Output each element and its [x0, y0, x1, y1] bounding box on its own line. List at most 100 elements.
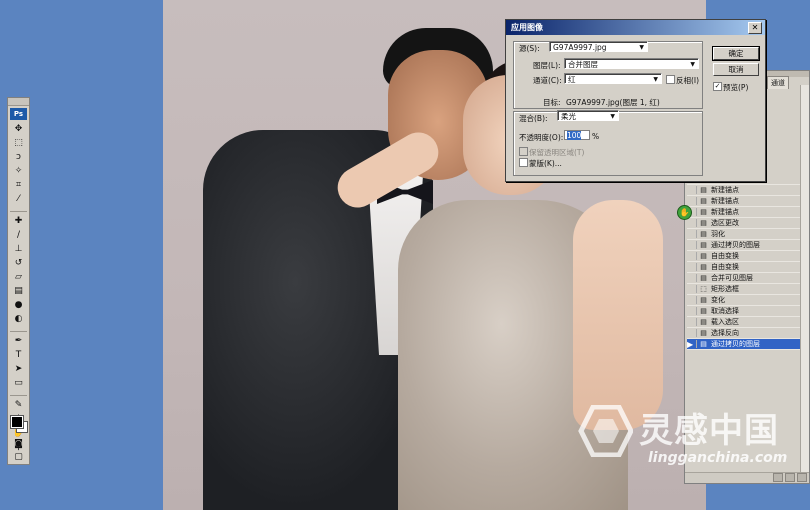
- history-item[interactable]: ▤ 载入选区: [687, 317, 802, 328]
- layer-icon: ▤: [700, 219, 707, 227]
- eraser-tool-icon[interactable]: ▱: [12, 271, 25, 284]
- foreground-color-swatch[interactable]: [10, 415, 24, 429]
- invert-label: 反相(I): [676, 76, 700, 85]
- blur-tool-icon[interactable]: ●: [12, 299, 25, 312]
- close-icon[interactable]: ✕: [748, 22, 762, 34]
- blending-select[interactable]: 柔光 ▼: [557, 110, 619, 121]
- history-scrollbar[interactable]: [800, 85, 809, 483]
- history-item[interactable]: ▤ 新建锚点: [687, 185, 802, 196]
- history-snapshot-toggle[interactable]: [687, 252, 697, 260]
- history-item[interactable]: ▤ 自由变换: [687, 251, 802, 262]
- clone-stamp-tool-icon[interactable]: ⊥: [12, 243, 25, 256]
- history-item-label: 自由变换: [711, 252, 739, 260]
- history-item[interactable]: ▤ 自由变换: [687, 262, 802, 273]
- history-item[interactable]: ▤ 羽化: [687, 229, 802, 240]
- history-snapshot-toggle[interactable]: [687, 296, 697, 304]
- opacity-input[interactable]: 100: [564, 130, 590, 140]
- history-snapshot-toggle[interactable]: [687, 318, 697, 326]
- pen-tool-icon[interactable]: ✒: [12, 335, 25, 348]
- channel-select[interactable]: 红 ▼: [564, 73, 662, 84]
- history-item-label: 合并可见图层: [711, 274, 753, 282]
- quick-mask-icon[interactable]: ◙: [12, 438, 25, 451]
- new-snapshot-icon[interactable]: [773, 473, 783, 482]
- source-select[interactable]: G97A9997.jpg ▼: [549, 41, 648, 52]
- history-snapshot-toggle[interactable]: [687, 307, 697, 315]
- brush-tool-icon[interactable]: ∕: [12, 229, 25, 242]
- channel-label: 通道(C):: [533, 76, 562, 85]
- toolbox-divider: [10, 327, 27, 332]
- panel-footer: [685, 472, 809, 483]
- toolbox-grip[interactable]: [8, 98, 29, 106]
- history-item[interactable]: ▤ 选区更改: [687, 218, 802, 229]
- marquee-tool-icon[interactable]: ⬚: [12, 137, 25, 150]
- invert-checkbox[interactable]: [666, 75, 675, 84]
- history-snapshot-toggle[interactable]: [687, 186, 697, 194]
- apply-image-dialog: 应用图像 ✕ 源(S): G97A9997.jpg ▼ 图层(L): 合并图层 ▼ …: [505, 19, 766, 182]
- mask-checkbox[interactable]: [519, 158, 528, 167]
- history-snapshot-toggle[interactable]: [687, 274, 697, 282]
- eyedropper-tool-icon[interactable]: ⁄: [12, 193, 25, 206]
- ps-logo[interactable]: Ps: [10, 108, 27, 120]
- history-item-label: 自由变换: [711, 263, 739, 271]
- tab-channels[interactable]: 通道: [767, 76, 789, 89]
- blending-value: 柔光: [561, 112, 576, 121]
- channel-value: 红: [568, 75, 576, 84]
- history-snapshot-toggle[interactable]: [687, 285, 697, 293]
- history-snapshot-toggle[interactable]: [687, 219, 697, 227]
- layer-icon: ▤: [700, 340, 707, 348]
- history-item[interactable]: ▤ 新建锚点: [687, 207, 802, 218]
- history-snapshot-toggle[interactable]: [687, 197, 697, 205]
- dialog-titlebar[interactable]: 应用图像 ✕: [506, 20, 765, 35]
- layer-icon: ▤: [700, 329, 707, 337]
- layer-select[interactable]: 合并图层 ▼: [564, 58, 699, 69]
- cancel-button[interactable]: 取消: [713, 63, 759, 76]
- history-item-label: 新建锚点: [711, 186, 739, 194]
- history-item[interactable]: ▤ 选择反向: [687, 328, 802, 339]
- shape-tool-icon[interactable]: ▭: [12, 377, 25, 390]
- preview-label: 预览(P): [723, 83, 749, 92]
- history-item-label: 取消选择: [711, 307, 739, 315]
- notes-tool-icon[interactable]: ✎: [12, 399, 25, 412]
- hand-cursor-icon: ✋: [677, 205, 692, 220]
- history-item[interactable]: ⬚ 矩形选框: [687, 284, 802, 295]
- trash-icon[interactable]: [797, 473, 807, 482]
- history-item-label: 新建锚点: [711, 208, 739, 216]
- type-tool-icon[interactable]: T: [12, 349, 25, 362]
- history-item[interactable]: ▶ ▤ 通过拷贝的图层: [687, 339, 802, 350]
- path-selection-tool-icon[interactable]: ➤: [12, 363, 25, 376]
- history-snapshot-toggle[interactable]: [687, 230, 697, 238]
- preserve-transparency-checkbox[interactable]: [519, 147, 528, 156]
- history-snapshot-toggle[interactable]: [687, 241, 697, 249]
- screen-mode-icon[interactable]: ▢: [12, 451, 25, 464]
- source-value: G97A9997.jpg: [553, 43, 607, 52]
- new-document-icon[interactable]: [785, 473, 795, 482]
- move-tool-icon[interactable]: ✥: [12, 123, 25, 136]
- history-brush-tool-icon[interactable]: ↺: [12, 257, 25, 270]
- lasso-tool-icon[interactable]: ↄ: [12, 151, 25, 164]
- history-item[interactable]: ▤ 通过拷贝的图层: [687, 240, 802, 251]
- crop-tool-icon[interactable]: ⌗: [12, 179, 25, 192]
- history-item[interactable]: ▤ 变化: [687, 295, 802, 306]
- ok-button[interactable]: 确定: [712, 46, 760, 61]
- layer-value: 合并图层: [568, 60, 598, 69]
- opacity-label: 不透明度(O):: [519, 133, 564, 142]
- history-item[interactable]: ▤ 新建锚点: [687, 196, 802, 207]
- preview-checkbox[interactable]: ✓: [713, 82, 722, 91]
- history-item[interactable]: ▤ 取消选择: [687, 306, 802, 317]
- toolbox-divider: [10, 207, 27, 212]
- history-item-label: 通过拷贝的图层: [711, 241, 760, 249]
- healing-brush-tool-icon[interactable]: ✚: [12, 215, 25, 228]
- layer-icon: ▤: [700, 252, 707, 260]
- history-snapshot-toggle[interactable]: [687, 329, 697, 337]
- marquee-icon: ⬚: [700, 285, 707, 293]
- preserve-transparency-label: 保留透明区域(T): [529, 148, 585, 157]
- history-item[interactable]: ▤ 合并可见图层: [687, 273, 802, 284]
- history-item-label: 变化: [711, 296, 725, 304]
- history-snapshot-toggle[interactable]: ▶: [687, 340, 697, 349]
- dodge-tool-icon[interactable]: ◐: [12, 313, 25, 326]
- photo-bride-arm: [573, 200, 663, 430]
- chevron-down-icon: ▼: [610, 113, 615, 120]
- gradient-tool-icon[interactable]: ▤: [12, 285, 25, 298]
- magic-wand-tool-icon[interactable]: ✧: [12, 165, 25, 178]
- history-snapshot-toggle[interactable]: [687, 263, 697, 271]
